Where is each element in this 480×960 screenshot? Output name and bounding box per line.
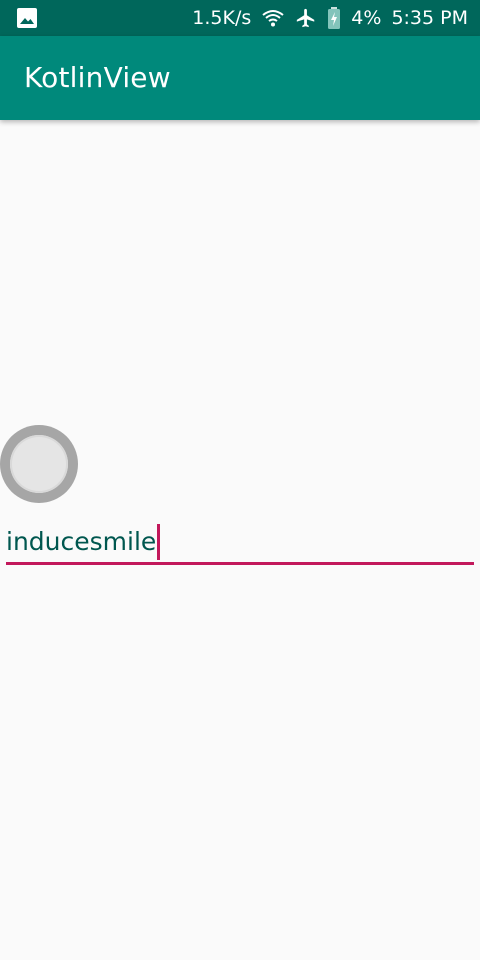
status-indicators: 1.5K/s 4% 5:35 PM — [192, 0, 468, 36]
content-area: inducesmile — [0, 120, 480, 960]
wifi-icon — [261, 8, 285, 28]
status-bar: 1.5K/s 4% 5:35 PM — [0, 0, 480, 36]
battery-level: 4% — [351, 7, 382, 29]
airplane-icon — [295, 7, 317, 29]
network-speed: 1.5K/s — [192, 7, 252, 29]
app-bar: KotlinView — [0, 36, 480, 120]
text-cursor — [157, 524, 161, 560]
text-input-value-wrap: inducesmile — [6, 524, 161, 560]
circular-toggle-thumb — [10, 435, 68, 493]
circular-toggle-button[interactable] — [0, 425, 78, 503]
image-notification-icon — [16, 7, 38, 29]
text-input-field[interactable]: inducesmile — [6, 520, 474, 566]
battery-charging-icon — [327, 6, 341, 30]
text-input-underline — [6, 562, 474, 565]
app-title: KotlinView — [24, 61, 171, 94]
text-input-value: inducesmile — [6, 527, 157, 556]
screen: 1.5K/s 4% 5:35 PM KotlinView inducesmile — [0, 0, 480, 960]
clock: 5:35 PM — [391, 7, 468, 29]
